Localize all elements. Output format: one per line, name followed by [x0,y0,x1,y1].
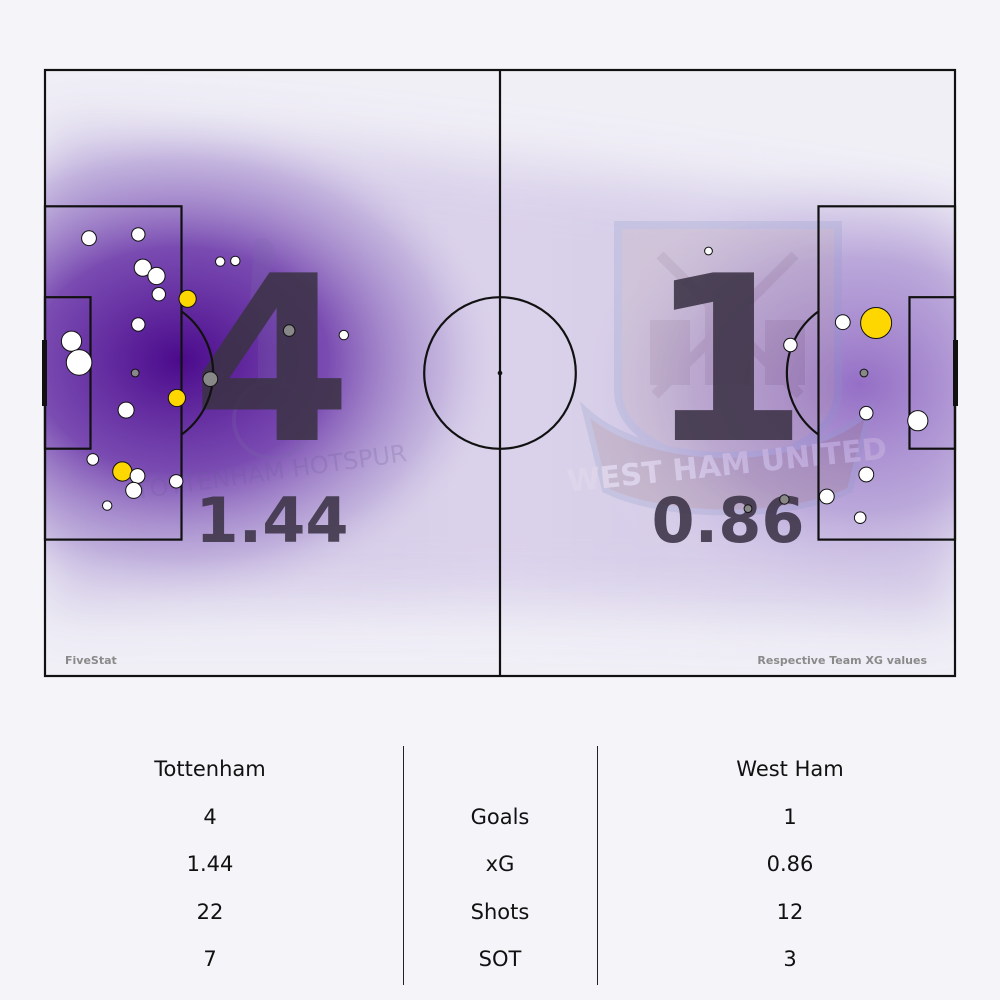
home-team-name: Tottenham [154,757,266,781]
away-shot-off-target [858,466,875,483]
home-shot-off-target [86,453,100,466]
away-shot-on-target [779,494,790,505]
away-team-name: West Ham [736,757,844,781]
away-goals-watermark: 1 [648,228,808,495]
away-goals: 1 [783,804,797,829]
stat-label-goals: Goals [470,804,530,829]
home-shot-on-target [130,368,140,378]
home-xg-watermark: 1.44 [196,484,349,557]
away-shot-off-target [818,488,835,505]
home-shot-off-target [169,474,184,489]
home-goals-watermark: 4 [192,228,352,495]
home-shot-off-target [129,468,146,484]
stat-label-xg: xG [485,852,515,876]
match-stats: Tottenham 4 1.44 22 7 Goals xG Shots SOT… [0,740,1000,990]
shot-map: TOTTENHAM HOTSPUR WEST HAM UNITED 4 1.44… [42,68,958,678]
away-shot-off-target [859,405,874,421]
home-shot-off-target [131,317,146,332]
home-shot-goal [178,289,197,308]
away-shot-on-target [743,504,753,514]
home-goal [42,340,47,406]
stat-labels-column: Goals xG Shots SOT [400,740,600,978]
home-shot-off-target [147,266,166,286]
home-shot-off-target [81,230,97,247]
stat-label-spacer [400,740,600,788]
away-shot-goal [860,307,893,339]
home-shot-off-target [117,401,135,419]
home-xg: 1.44 [186,852,234,876]
home-sot: 7 [203,947,217,971]
home-goals: 4 [203,804,217,829]
stats-divider-right [596,746,599,985]
home-stats-column: Tottenham 4 1.44 22 7 [110,740,310,978]
away-shot-off-target [783,337,798,353]
home-shot-off-target [338,329,349,341]
away-sot: 3 [783,947,797,971]
home-shot-off-target [60,330,83,352]
home-shots: 22 [196,899,224,924]
stat-label-shots: Shots [470,899,530,924]
away-shot-on-target [859,368,869,378]
away-shot-off-target [704,246,713,256]
home-shot-off-target [230,255,241,267]
away-shot-off-target [907,410,929,432]
home-shot-off-target [65,349,93,376]
source-credit: FiveStat [65,654,117,667]
away-xg-watermark: 0.86 [652,484,805,557]
away-shot-off-target [853,511,867,525]
away-shot-off-target [834,314,851,331]
home-shot-off-target [102,500,113,511]
home-shot-goal [167,388,186,408]
centre-spot [497,370,503,376]
home-shot-off-target [131,227,146,242]
away-shots: 12 [776,899,804,924]
home-shot-off-target [151,287,167,302]
home-shot-on-target [202,371,219,388]
stat-label-sot: SOT [478,947,522,971]
home-shot-goal [112,461,133,482]
home-shot-off-target [215,256,226,267]
home-shot-on-target [282,324,296,337]
home-shot-off-target [125,481,143,499]
xg-note: Respective Team XG values [757,654,927,667]
away-xg: 0.86 [766,852,814,876]
away-goal [953,340,958,406]
away-stats-column: West Ham 1 0.86 12 3 [690,740,890,978]
